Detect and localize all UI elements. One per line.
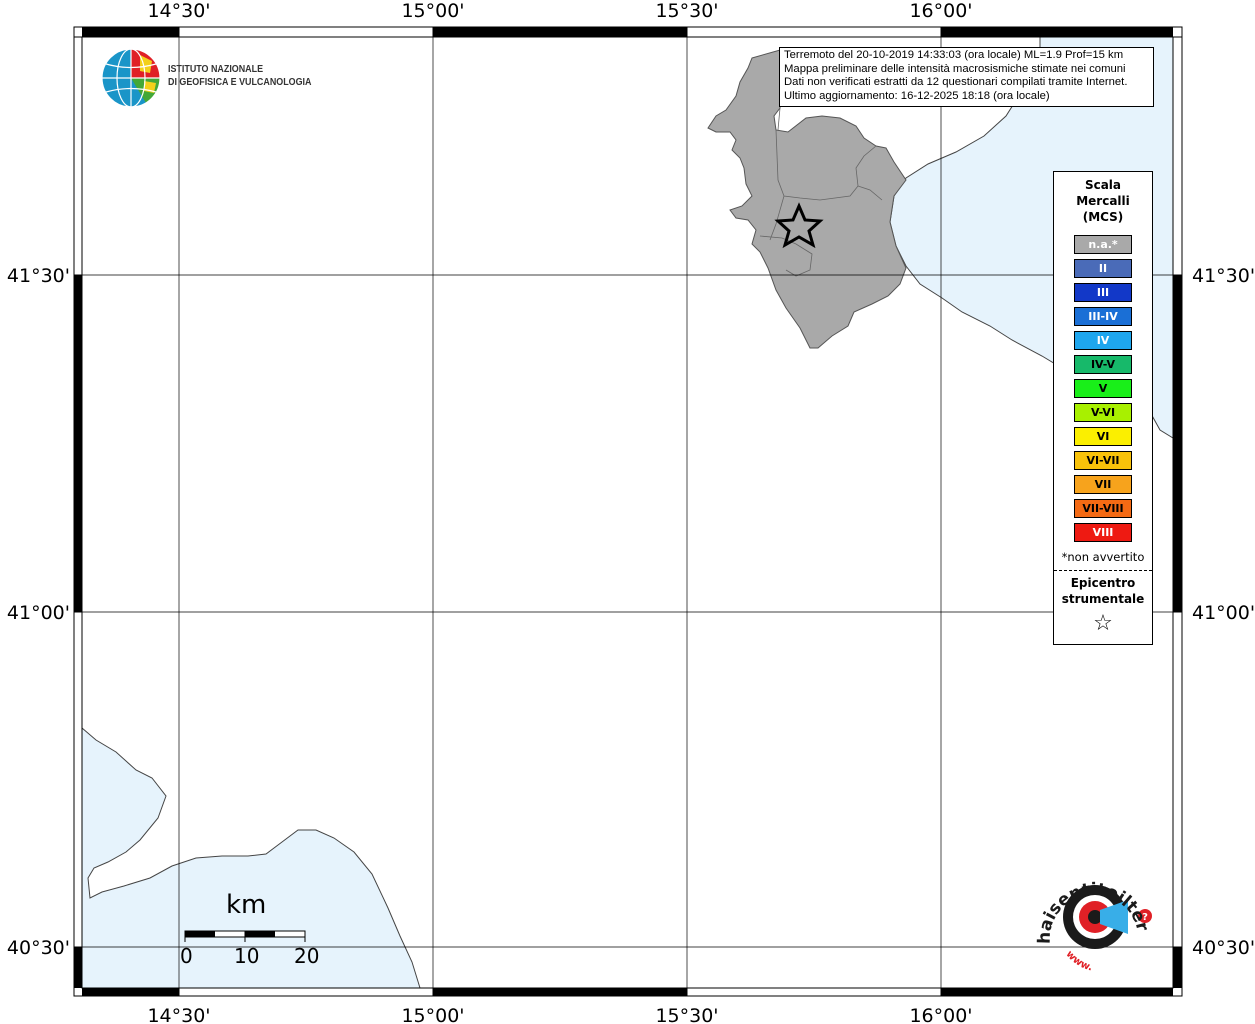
scale-label-10: 10 <box>234 944 260 968</box>
legend-item: VIII <box>1074 523 1132 542</box>
legend-items: n.a.* II III III-IV IV IV-V V V-VI VI VI-VII VII VI… <box>1054 235 1152 542</box>
legend-title-line3: (MCS) <box>1082 210 1124 224</box>
ingv-name-line2: DI GEOFISICA E VULCANOLOGIA <box>168 76 312 88</box>
lat-tick-right: 41°30' <box>1192 265 1255 287</box>
scale-bar-title: km <box>226 890 267 920</box>
lon-tick-bottom: 15°00' <box>401 1005 464 1024</box>
event-info-line2: Mappa preliminare delle intensità macros… <box>784 62 1126 75</box>
lon-tick-bottom: 16°00' <box>909 1005 972 1024</box>
event-info-line1: Terremoto del 20-10-2019 14:33:03 (ora l… <box>784 49 1124 61</box>
scale-label-0: 0 <box>180 944 193 968</box>
legend-title: Scala Mercalli (MCS) <box>1054 177 1152 225</box>
legend-item: IV-V <box>1074 355 1132 374</box>
legend-item: III <box>1074 283 1132 302</box>
legend-separator <box>1054 570 1152 571</box>
lon-tick-bottom: 15°30' <box>655 1005 718 1024</box>
lon-ticks-top: 14°30' 15°00' 15°30' 16°00' <box>147 0 972 22</box>
legend-item: V <box>1074 379 1132 398</box>
svg-text:www.: www. <box>1064 949 1094 972</box>
lon-tick-top: 15°30' <box>655 0 718 22</box>
lat-tick-left: 40°30' <box>7 937 70 959</box>
ingv-logo: ISTITUTO NAZIONALE DI GEOFISICA E VULCAN… <box>100 47 330 111</box>
hst-logo-url-prefix: www. <box>1064 949 1094 974</box>
lon-tick-bottom: 14°30' <box>147 1005 210 1024</box>
ingv-name: ISTITUTO NAZIONALE DI GEOFISICA E VULCAN… <box>168 63 311 89</box>
lat-ticks-left: 41°30' 41°00' 40°30' <box>7 265 70 959</box>
legend-item: VII-VIII <box>1074 499 1132 518</box>
scale-bar: km 0 10 20 <box>180 890 320 980</box>
legend-item: V-VI <box>1074 403 1132 422</box>
event-info-line3: Dati non verificati estratti da 12 quest… <box>784 76 1128 89</box>
ingv-globe-icon <box>101 48 161 108</box>
legend-item: II <box>1074 259 1132 278</box>
lon-tick-top: 14°30' <box>147 0 210 22</box>
legend-item: VI <box>1074 427 1132 446</box>
legend-note: *non avvertito <box>1061 550 1145 564</box>
legend-item: III-IV <box>1074 307 1132 326</box>
legend-epicenter-line1: Epicentro <box>1070 576 1136 590</box>
legend-item: n.a.* <box>1074 235 1132 254</box>
legend-item: IV <box>1074 331 1132 350</box>
hst-logo-graphic: ? haisentitoilterremoto.it www. <box>1021 847 1152 973</box>
legend-epicenter-label: Epicentro strumentale <box>1054 575 1152 607</box>
legend-epicenter-line2: strumentale <box>1061 592 1145 606</box>
legend-star-icon: ☆ <box>1093 611 1113 636</box>
lat-tick-right: 41°00' <box>1192 602 1255 624</box>
legend-item: VII <box>1074 475 1132 494</box>
lon-tick-top: 16°00' <box>909 0 972 22</box>
lat-tick-left: 41°30' <box>7 265 70 287</box>
scale-label-20: 20 <box>294 944 320 968</box>
legend-title-line1: Scala <box>1084 178 1122 192</box>
ingv-name-line1: ISTITUTO NAZIONALE <box>168 63 264 75</box>
lat-ticks-right: 41°30' 41°00' 40°30' <box>1192 265 1255 959</box>
lon-ticks-bottom: 14°30' 15°00' 15°30' 16°00' <box>147 1005 972 1024</box>
lat-tick-right: 40°30' <box>1192 937 1255 959</box>
lon-tick-top: 15°00' <box>401 0 464 22</box>
hst-logo: ? haisentitoilterremoto.it www. <box>1021 847 1160 973</box>
legend-title-line2: Mercalli <box>1076 194 1130 208</box>
event-info-box: Terremoto del 20-10-2019 14:33:03 (ora l… <box>779 47 1154 107</box>
lat-tick-left: 41°00' <box>7 602 70 624</box>
mcs-legend: Scala Mercalli (MCS) n.a.* II III III-IV IV I… <box>1053 171 1153 645</box>
event-info-line4: Ultimo aggiornamento: 16-12-2025 18:18 (… <box>784 89 1050 102</box>
legend-item: VI-VII <box>1074 451 1132 470</box>
